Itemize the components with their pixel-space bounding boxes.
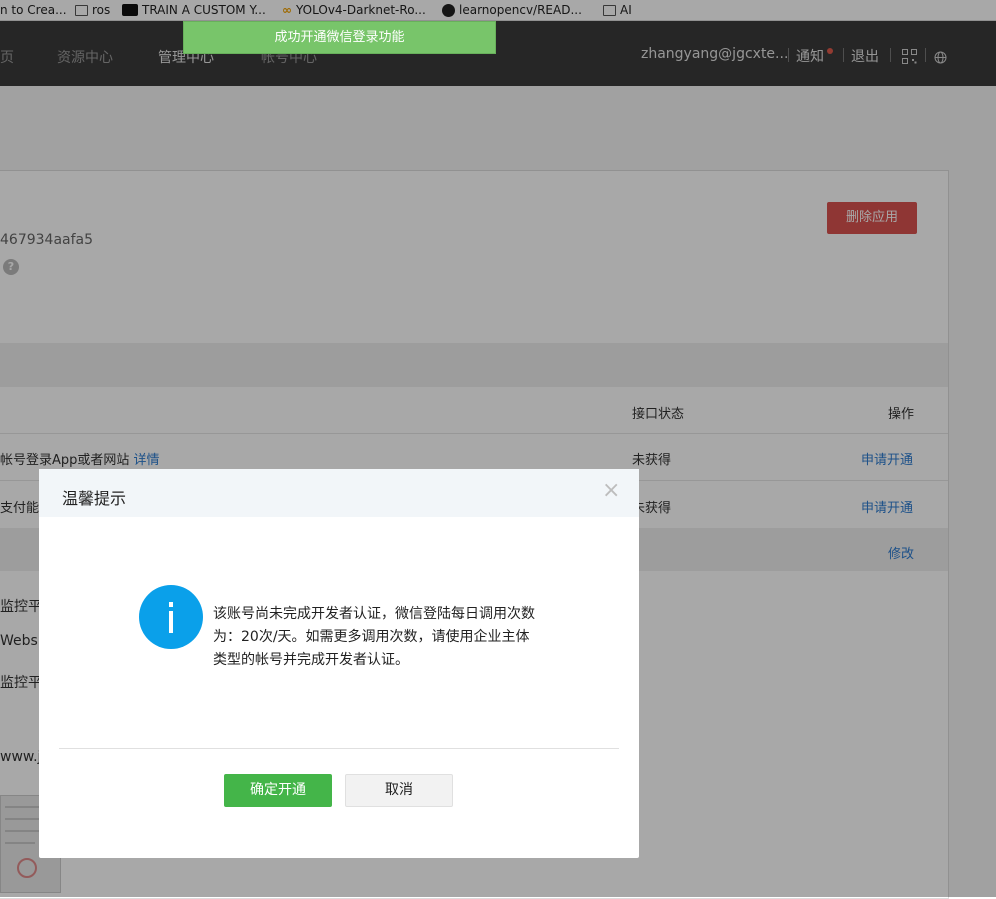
tip-dialog: 温馨提示 × 该账号尚未完成开发者认证，微信登陆每日调用次数 为：20次/天。如… — [39, 469, 639, 858]
dialog-divider — [59, 748, 619, 749]
cancel-button[interactable]: 取消 — [345, 774, 453, 807]
close-icon[interactable]: × — [602, 480, 620, 502]
dialog-title: 温馨提示 — [62, 489, 127, 508]
message-line: 类型的帐号并完成开发者认证。 — [213, 652, 409, 668]
info-dot — [169, 602, 173, 607]
dialog-message: 该账号尚未完成开发者认证，微信登陆每日调用次数 为：20次/天。如需更多调用次数… — [213, 603, 543, 672]
info-bar — [169, 611, 173, 633]
dialog-header: 温馨提示 × — [39, 469, 639, 517]
success-toast: 成功开通微信登录功能 — [183, 21, 496, 54]
confirm-open-button[interactable]: 确定开通 — [224, 774, 332, 807]
info-icon — [139, 585, 203, 649]
message-line: 该账号尚未完成开发者认证，微信登陆每日调用次数 — [213, 606, 535, 622]
message-line: 为：20次/天。如需更多调用次数，请使用企业主体 — [213, 629, 530, 645]
